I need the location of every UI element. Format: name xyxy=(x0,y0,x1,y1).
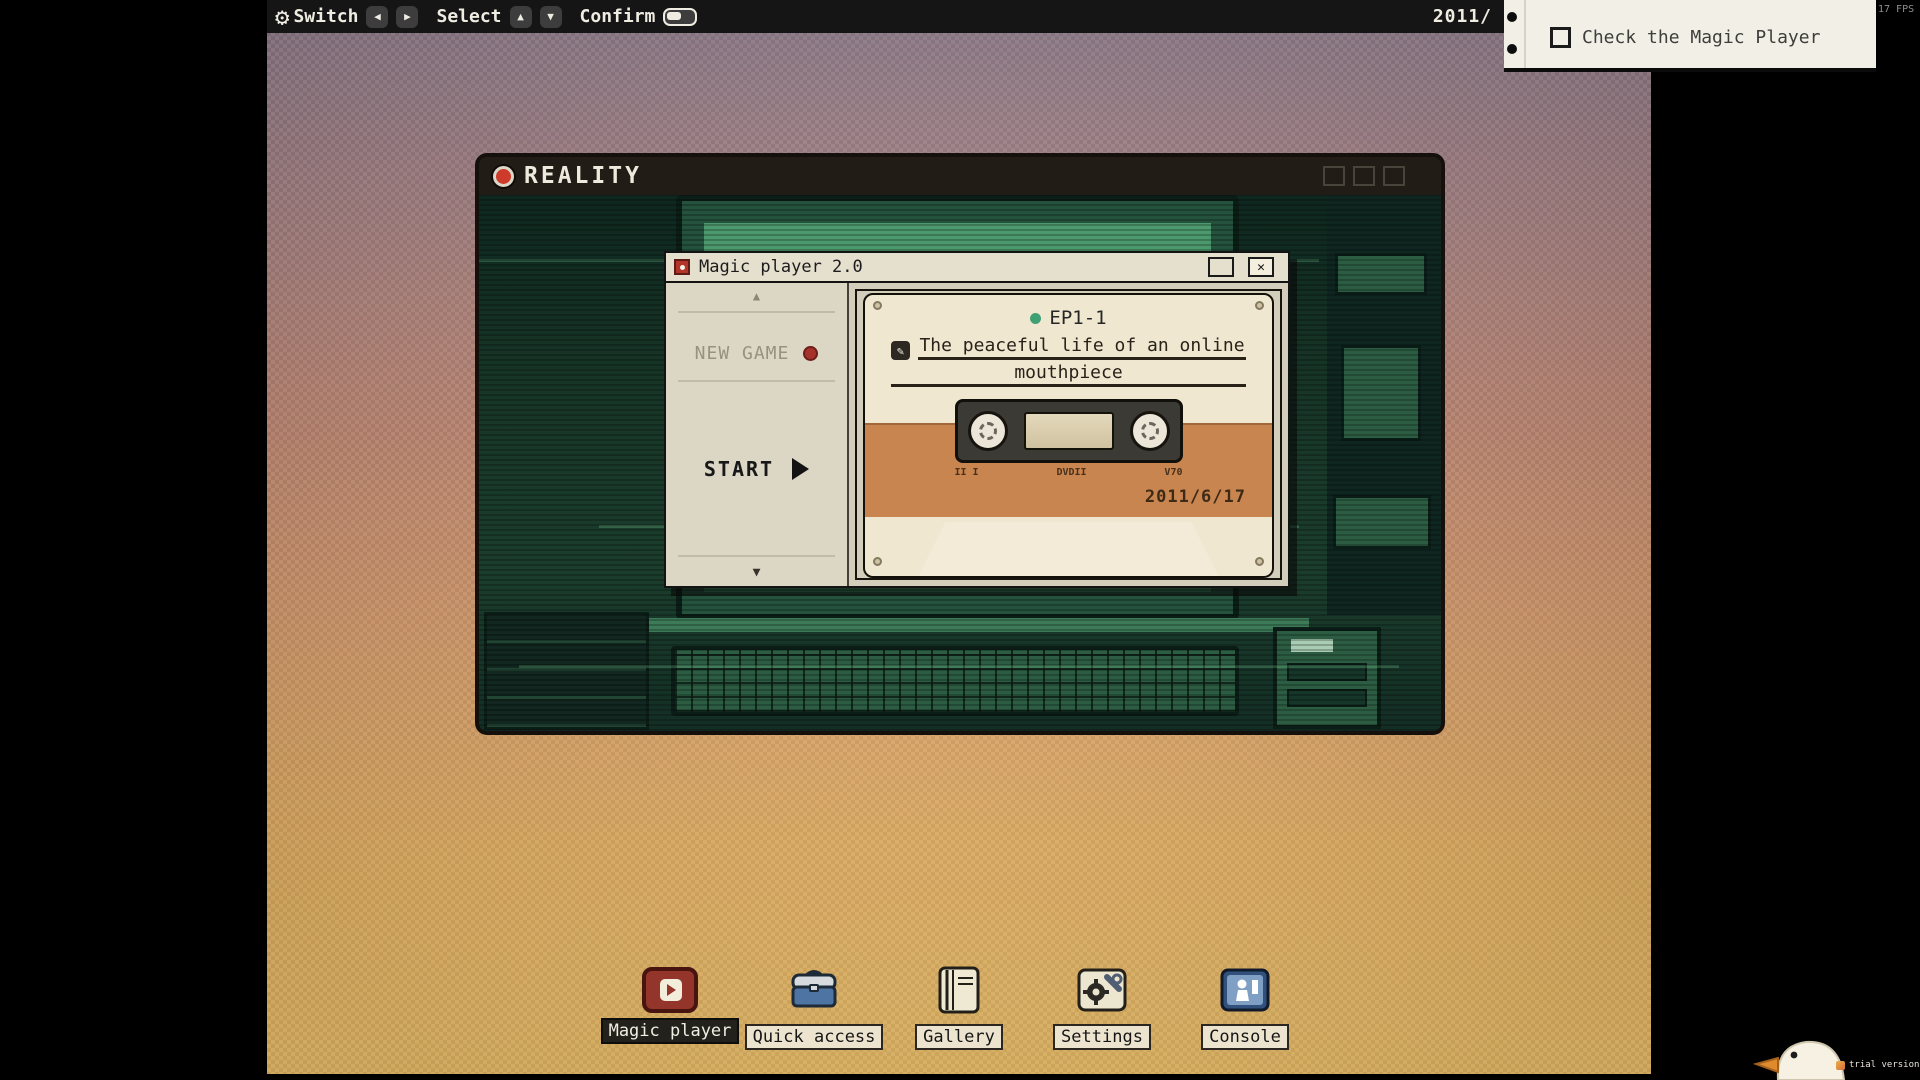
close-button[interactable] xyxy=(1383,166,1405,186)
cassette-date: 2011/6/17 xyxy=(1145,487,1246,507)
marking: V70 xyxy=(1164,467,1182,478)
start-button[interactable]: START xyxy=(666,443,847,495)
scene-cabinet xyxy=(484,612,649,730)
record-dot-icon xyxy=(493,166,514,187)
confirm-label: Confirm xyxy=(580,6,656,27)
switch-label: Switch xyxy=(293,6,358,27)
icon-label: Quick access xyxy=(745,1024,884,1050)
confirm-button-icon xyxy=(663,8,697,26)
note-hole-icon xyxy=(1507,12,1517,22)
pen-icon: ✎ xyxy=(891,341,910,360)
maximize-button[interactable] xyxy=(1353,166,1375,186)
close-button[interactable]: ✕ xyxy=(1248,257,1274,277)
dialog-title: Magic player 2.0 xyxy=(699,257,863,277)
marking: DVDII xyxy=(1056,467,1086,478)
select-up-icon: ▲ xyxy=(510,6,532,28)
goose-character xyxy=(1748,1034,1858,1080)
magic-player-dialog: Magic player 2.0 ✕ ▲ NEW GAME START xyxy=(664,251,1290,588)
episode-dot-icon xyxy=(1030,313,1041,324)
task-note: Check the Magic Player xyxy=(1504,0,1876,72)
reel-left-icon xyxy=(968,411,1008,451)
desktop-icon-console[interactable]: Console xyxy=(1173,958,1317,1050)
scene-floppy-slot xyxy=(1287,689,1367,707)
new-game-dot-icon xyxy=(803,346,818,361)
switch-next-icon: ▶ xyxy=(396,6,418,28)
menu-divider xyxy=(678,311,835,313)
new-game-button[interactable]: NEW GAME xyxy=(666,327,847,379)
episode-menu: ▲ NEW GAME START ▼ xyxy=(666,283,849,586)
cassette-foot xyxy=(919,522,1219,576)
desktop-icon-gallery[interactable]: Gallery xyxy=(887,958,1031,1050)
menu-divider xyxy=(678,555,835,557)
trial-watermark: trial version xyxy=(1836,1060,1919,1070)
reel-right-icon xyxy=(1130,411,1170,451)
quick-access-icon xyxy=(785,964,843,1016)
screw-icon xyxy=(873,557,882,566)
cassette-title: ✎ The peaceful life of an online mouthpi… xyxy=(891,335,1246,387)
cassette-panel: EP1-1 ✎ The peaceful life of an online m… xyxy=(849,283,1288,586)
trial-logo-icon xyxy=(1836,1061,1845,1070)
scene-shelf-box xyxy=(1341,345,1421,441)
select-down-icon: ▼ xyxy=(540,6,562,28)
switch-prev-icon: ◀ xyxy=(366,6,388,28)
cassette-title-line2: mouthpiece xyxy=(891,362,1246,387)
hud-date: 2011/ xyxy=(1433,6,1492,27)
cassette-markings: II I DVDII V70 xyxy=(955,467,1183,478)
tape-icon xyxy=(1024,412,1114,450)
reality-title: REALITY xyxy=(524,163,642,189)
desktop-icon-quick-access[interactable]: Quick access xyxy=(742,958,886,1050)
start-label: START xyxy=(704,457,774,481)
scene-desk xyxy=(619,618,1309,632)
game-screen: ⚙ Switch ◀ ▶ Select ▲ ▼ Confirm 2011/ 17… xyxy=(0,0,1920,1080)
menu-divider xyxy=(678,380,835,382)
cassette-window xyxy=(955,399,1183,463)
scene-shelf-column xyxy=(1327,195,1441,615)
scene-shelf-box xyxy=(1333,495,1431,549)
scene-disk-tower xyxy=(1273,627,1381,729)
fps-counter: 17 FPS xyxy=(1878,4,1914,15)
gear-icon[interactable]: ⚙ xyxy=(275,5,289,29)
icon-label: Console xyxy=(1201,1024,1289,1050)
desktop-icon-magic-player[interactable]: Magic player xyxy=(598,958,742,1044)
task-text: Check the Magic Player xyxy=(1582,27,1820,48)
reality-titlebar: REALITY xyxy=(479,157,1441,195)
scene-tower-label xyxy=(1291,639,1333,652)
app-icon xyxy=(674,259,690,275)
desktop-icon-settings[interactable]: Settings xyxy=(1030,958,1174,1050)
play-icon xyxy=(792,458,809,480)
minimize-button[interactable] xyxy=(1323,166,1345,186)
episode-label: EP1-1 xyxy=(1049,307,1106,329)
scroll-up-icon[interactable]: ▲ xyxy=(666,289,847,303)
select-label: Select xyxy=(436,6,501,27)
task-item: Check the Magic Player xyxy=(1550,27,1820,48)
icon-label: Settings xyxy=(1053,1024,1151,1050)
console-icon xyxy=(1216,964,1274,1016)
marking: II I xyxy=(955,467,979,478)
letterbox-strip xyxy=(267,1074,1651,1080)
gallery-icon xyxy=(930,964,988,1016)
glitch-streak xyxy=(519,665,1399,668)
settings-icon xyxy=(1073,964,1131,1016)
trial-text: trial version xyxy=(1849,1060,1919,1070)
note-crease xyxy=(1524,0,1526,68)
task-checkbox[interactable] xyxy=(1550,27,1571,48)
scroll-down-icon[interactable]: ▼ xyxy=(666,565,847,580)
scene-shelf-box xyxy=(1335,253,1427,295)
scene-keyboard xyxy=(671,646,1239,716)
icon-label: Magic player xyxy=(601,1018,740,1044)
cassette: EP1-1 ✎ The peaceful life of an online m… xyxy=(863,293,1274,578)
screw-icon xyxy=(1255,557,1264,566)
episode-id: EP1-1 xyxy=(865,307,1272,329)
control-hints-bar: ⚙ Switch ◀ ▶ Select ▲ ▼ Confirm 2011/ xyxy=(267,0,1504,33)
note-hole-icon xyxy=(1507,44,1517,54)
icon-label: Gallery xyxy=(915,1024,1003,1050)
magic-player-icon xyxy=(641,964,699,1016)
new-game-label: NEW GAME xyxy=(695,343,790,364)
cassette-title-line1: The peaceful life of an online xyxy=(918,335,1246,360)
magic-player-titlebar: Magic player 2.0 ✕ xyxy=(666,253,1288,283)
minimize-button[interactable] xyxy=(1208,257,1234,277)
